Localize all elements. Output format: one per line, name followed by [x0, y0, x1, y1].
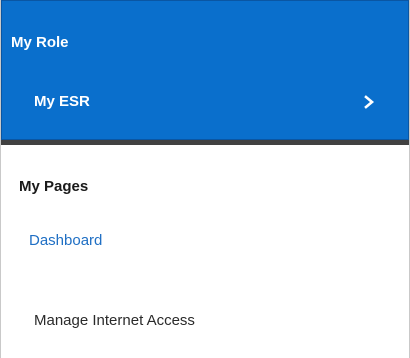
navigation-menu: My Role My ESR My Pages Dashboard Manage…	[0, 0, 410, 358]
section-divider	[1, 140, 409, 145]
my-role-panel: My Role My ESR	[1, 0, 409, 140]
manage-internet-access-link[interactable]: Manage Internet Access	[34, 312, 195, 330]
chevron-right-icon	[364, 95, 375, 109]
my-role-heading: My Role	[11, 34, 69, 51]
my-esr-label: My ESR	[34, 93, 90, 110]
dashboard-link[interactable]: Dashboard	[29, 232, 102, 250]
my-pages-heading: My Pages	[19, 178, 89, 195]
my-esr-menu-item[interactable]: My ESR	[2, 85, 408, 119]
